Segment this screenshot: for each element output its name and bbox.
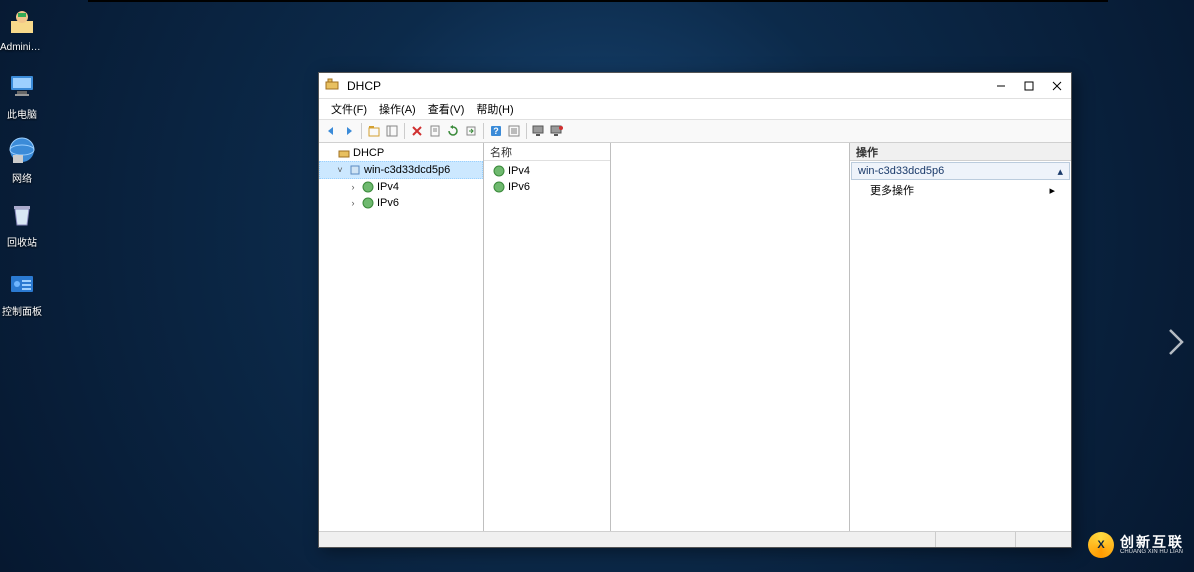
tree-label: win-c3d33dcd5p6 [364, 164, 450, 176]
list-item-label: IPv4 [508, 165, 530, 177]
detail-pane[interactable] [611, 143, 850, 531]
close-button[interactable] [1043, 75, 1071, 97]
control-panel-icon [6, 267, 38, 299]
show-hide-button[interactable] [384, 123, 400, 139]
list-item[interactable]: IPv4 [488, 163, 606, 179]
status-segment [936, 532, 1016, 547]
menubar: 文件(F) 操作(A) 查看(V) 帮助(H) [319, 99, 1071, 119]
ipv4-icon [361, 180, 375, 194]
ipv6-icon [492, 180, 506, 194]
actions-header: 操作 [850, 143, 1071, 161]
statusbar [319, 531, 1071, 547]
submenu-arrow-icon: ▸ [1049, 184, 1055, 197]
tree-label: IPv6 [377, 197, 399, 209]
maximize-button[interactable] [1015, 75, 1043, 97]
tree-pane[interactable]: DHCP ˅ win-c3d33dcd5p6 › IPv4 › IPv6 [319, 143, 484, 531]
watermark-logo-icon: X [1088, 532, 1114, 558]
ipv4-icon [492, 164, 506, 178]
watermark-cn: 创新互联 [1120, 535, 1184, 549]
toolbar: ? [319, 119, 1071, 143]
minimize-button[interactable] [987, 75, 1015, 97]
server-icon [348, 163, 362, 177]
actions-context-label: win-c3d33dcd5p6 [858, 165, 944, 177]
tree-ipv6[interactable]: › IPv6 [319, 195, 483, 211]
collapse-icon[interactable]: ˅ [334, 165, 346, 175]
watermark-en: CHUANG XIN HU LIAN [1120, 549, 1184, 555]
refresh-button[interactable] [445, 123, 461, 139]
forward-button[interactable] [341, 123, 357, 139]
list-column-header[interactable]: 名称 [484, 143, 610, 161]
help-button[interactable]: ? [488, 123, 504, 139]
svg-text:?: ? [493, 126, 499, 136]
next-arrow[interactable] [1166, 326, 1186, 358]
desktop-icon-control-panel[interactable]: 控制面板 [0, 267, 44, 318]
tree-server[interactable]: ˅ win-c3d33dcd5p6 [319, 161, 483, 179]
tree-label: DHCP [353, 147, 384, 159]
desktop-icon-this-pc[interactable]: 此电脑 [0, 70, 44, 121]
monitor2-button[interactable] [549, 123, 565, 139]
desktop-icon-label: 网络 [0, 170, 44, 185]
recycle-bin-icon [6, 198, 38, 230]
menu-view[interactable]: 查看(V) [422, 99, 471, 119]
window-controls [987, 75, 1071, 97]
actions-pane: 操作 win-c3d33dcd5p6 ▴ 更多操作 ▸ [850, 143, 1071, 531]
delete-button[interactable] [409, 123, 425, 139]
tree-root-dhcp[interactable]: DHCP [319, 145, 483, 161]
desktop-icon-label: 控制面板 [0, 303, 44, 318]
desktop-icon-label: Administr... [0, 42, 44, 53]
export-button[interactable] [463, 123, 479, 139]
dhcp-window: DHCP 文件(F) 操作(A) 查看(V) 帮助(H) ? [318, 72, 1072, 548]
up-button[interactable] [366, 123, 382, 139]
actions-more[interactable]: 更多操作 ▸ [850, 181, 1071, 199]
expand-icon[interactable]: › [347, 198, 359, 208]
desktop-icon-administrator[interactable]: Administr... [0, 6, 44, 53]
desktop-icon-label: 回收站 [0, 234, 44, 249]
options-button[interactable] [506, 123, 522, 139]
network-icon [6, 134, 38, 166]
collapse-up-icon[interactable]: ▴ [1057, 165, 1063, 178]
ipv6-icon [361, 196, 375, 210]
pc-icon [6, 70, 38, 102]
desktop-icon-recycle-bin[interactable]: 回收站 [0, 198, 44, 249]
list-item[interactable]: IPv6 [488, 179, 606, 195]
monitor1-button[interactable] [531, 123, 547, 139]
toolbar-separator [361, 123, 362, 139]
dhcp-title-icon [325, 78, 341, 94]
titlebar[interactable]: DHCP [319, 73, 1071, 99]
menu-file[interactable]: 文件(F) [325, 99, 373, 119]
window-body: DHCP ˅ win-c3d33dcd5p6 › IPv4 › IPv6 名称 [319, 143, 1071, 531]
properties-button[interactable] [427, 123, 443, 139]
actions-context[interactable]: win-c3d33dcd5p6 ▴ [851, 162, 1070, 180]
desktop-icon-label: 此电脑 [0, 106, 44, 121]
watermark: X 创新互联 CHUANG XIN HU LIAN [1088, 532, 1184, 558]
desktop-icon-network[interactable]: 网络 [0, 134, 44, 185]
dhcp-icon [337, 146, 351, 160]
administrator-icon [6, 6, 38, 38]
status-segment [319, 532, 936, 547]
menu-help[interactable]: 帮助(H) [470, 99, 519, 119]
menu-action[interactable]: 操作(A) [373, 99, 422, 119]
tree-ipv4[interactable]: › IPv4 [319, 179, 483, 195]
window-title: DHCP [347, 79, 987, 93]
toolbar-separator [483, 123, 484, 139]
back-button[interactable] [323, 123, 339, 139]
list-pane[interactable]: 名称 IPv4 IPv6 [484, 143, 611, 531]
top-black-bar [88, 0, 1108, 2]
actions-more-label: 更多操作 [870, 182, 914, 198]
toolbar-separator [526, 123, 527, 139]
list-body: IPv4 IPv6 [484, 161, 610, 531]
toolbar-separator [404, 123, 405, 139]
tree-label: IPv4 [377, 181, 399, 193]
list-item-label: IPv6 [508, 181, 530, 193]
expand-icon[interactable]: › [347, 182, 359, 192]
